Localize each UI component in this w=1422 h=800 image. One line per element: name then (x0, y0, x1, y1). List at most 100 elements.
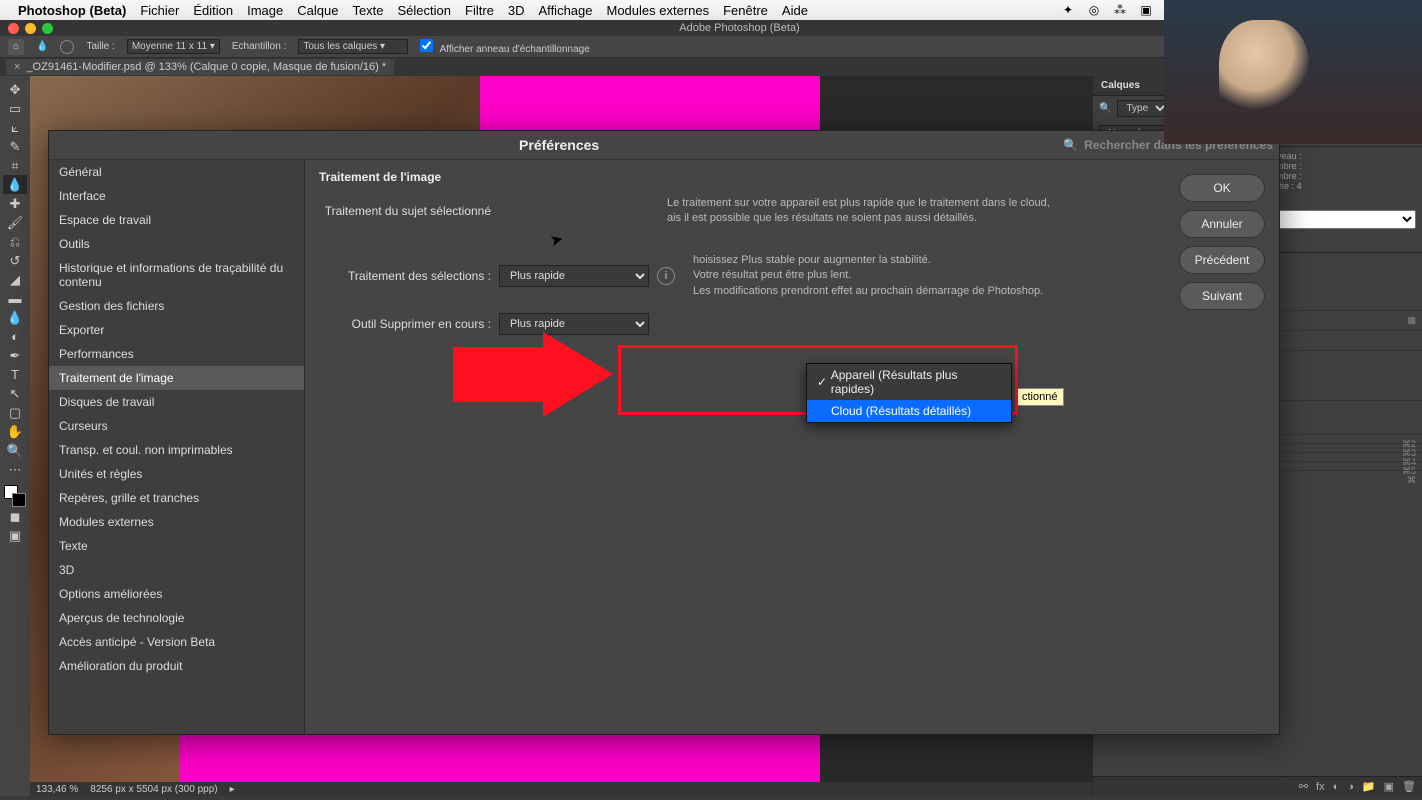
type-tool[interactable]: T (3, 365, 27, 384)
pref-cat-image-processing[interactable]: Traitement de l'image (49, 366, 304, 390)
status-bar: 133,46 % 8256 px x 5504 px (300 ppp) ▸ (30, 782, 1092, 796)
pref-cat-product[interactable]: Amélioration du produit (49, 654, 304, 678)
dropdown-option-cloud[interactable]: Cloud (Résultats détaillés) (807, 400, 1011, 422)
zoom-tool[interactable]: 🔍 (3, 441, 27, 460)
doc-info-readout[interactable]: 8256 px x 5504 px (300 ppp) (90, 784, 217, 795)
clone-tool[interactable]: ⎌ (3, 232, 27, 251)
pref-cat-interface[interactable]: Interface (49, 184, 304, 208)
cancel-button[interactable]: Annuler (1179, 210, 1265, 238)
previous-button[interactable]: Précédent (1179, 246, 1265, 274)
eyedropper-tool-icon[interactable]: 💧 (36, 41, 48, 52)
pref-cat-workspace[interactable]: Espace de travail (49, 208, 304, 232)
preferences-sidebar: Général Interface Espace de travail Outi… (49, 160, 305, 734)
menu-modules[interactable]: Modules externes (606, 3, 709, 18)
home-icon[interactable]: ⌂ (8, 39, 24, 55)
dodge-tool[interactable]: ◐ (3, 327, 27, 346)
edit-toolbar[interactable]: ⋯ (3, 460, 27, 479)
taille-select[interactable]: Moyenne 11 x 11 ▾ (127, 39, 220, 54)
app-name[interactable]: Photoshop (Beta) (18, 3, 126, 18)
doc-info-chevron[interactable]: ▸ (230, 784, 235, 795)
crop-tool[interactable]: ⌗ (3, 156, 27, 175)
echantillon-select[interactable]: Tous les calques ▾ (298, 39, 408, 54)
show-ring-checkbox[interactable]: Afficher anneau d'échantillonnage (420, 39, 589, 55)
pref-cat-tools[interactable]: Outils (49, 232, 304, 256)
pref-cat-export[interactable]: Exporter (49, 318, 304, 342)
remove-tool-select[interactable]: Plus rapide (499, 313, 649, 335)
status-icon[interactable]: ✦ (1060, 3, 1076, 17)
fx-icon[interactable]: fx (1316, 781, 1325, 793)
dropdown-option-device[interactable]: ✓Appareil (Résultats plus rapides) (807, 364, 1011, 400)
pref-cat-general[interactable]: Général (49, 160, 304, 184)
marquee-tool[interactable]: ▭ (3, 99, 27, 118)
next-button[interactable]: Suivant (1179, 282, 1265, 310)
zoom-readout[interactable]: 133,46 % (36, 784, 78, 795)
pref-cat-transparency[interactable]: Transp. et coul. non imprimables (49, 438, 304, 462)
document-tab[interactable]: ×_OZ91461-Modifier.psd @ 133% (Calque 0 … (6, 59, 394, 75)
selection-processing-select[interactable]: Plus rapide (499, 265, 649, 287)
status-icon[interactable]: ▣ (1138, 3, 1154, 17)
path-select-tool[interactable]: ↖ (3, 384, 27, 403)
echantillon-label: Echantillon : (232, 41, 286, 52)
healing-tool[interactable]: ✚ (3, 194, 27, 213)
status-icon[interactable]: ◎ (1086, 3, 1102, 17)
pen-tool[interactable]: ✒ (3, 346, 27, 365)
gradient-tool[interactable]: ▬ (3, 289, 27, 308)
pref-cat-techpreview[interactable]: Aperçus de technologie (49, 606, 304, 630)
adjustment-icon[interactable]: ◑ (1347, 781, 1354, 793)
selection-processing-row: Traitement des sélections : Plus rapide … (319, 253, 1165, 299)
minimize-button[interactable] (25, 23, 36, 34)
menu-aide[interactable]: Aide (782, 3, 808, 18)
pref-cat-performance[interactable]: Performances (49, 342, 304, 366)
mask-icon[interactable]: ◐ (1333, 781, 1340, 793)
pref-cat-history[interactable]: Historique et informations de traçabilit… (49, 256, 304, 294)
pref-cat-enhanced[interactable]: Options améliorées (49, 582, 304, 606)
search-icon: 🔍 (1063, 138, 1078, 152)
pref-cat-beta[interactable]: Accès anticipé - Version Beta (49, 630, 304, 654)
eraser-tool[interactable]: ◢ (3, 270, 27, 289)
menu-calque[interactable]: Calque (297, 3, 338, 18)
grid-icon[interactable]: ▦ (1407, 315, 1416, 326)
menu-fenetre[interactable]: Fenêtre (723, 3, 768, 18)
status-icon[interactable]: ⁂ (1112, 3, 1128, 17)
new-layer-icon[interactable]: ▣ (1384, 780, 1394, 793)
menu-filtre[interactable]: Filtre (465, 3, 494, 18)
trash-icon[interactable]: 🗑 (1402, 780, 1416, 793)
ok-button[interactable]: OK (1179, 174, 1265, 202)
pref-cat-units[interactable]: Unités et règles (49, 462, 304, 486)
close-button[interactable] (8, 23, 19, 34)
history-brush-tool[interactable]: ↺ (3, 251, 27, 270)
hand-tool[interactable]: ✋ (3, 422, 27, 441)
quick-select-tool[interactable]: ✎ (3, 137, 27, 156)
color-swatches[interactable] (4, 485, 26, 507)
move-tool[interactable]: ✥ (3, 80, 27, 99)
pref-cat-scratch[interactable]: Disques de travail (49, 390, 304, 414)
eyedropper-tool[interactable]: 💧 (3, 175, 27, 194)
quick-mask-tool[interactable]: ◼ (3, 507, 27, 526)
lasso-tool[interactable]: ⟀ (3, 118, 27, 137)
menu-image[interactable]: Image (247, 3, 283, 18)
blur-tool[interactable]: 💧 (3, 308, 27, 327)
pref-cat-type[interactable]: Texte (49, 534, 304, 558)
menu-edition[interactable]: Édition (193, 3, 233, 18)
menu-3d[interactable]: 3D (508, 3, 525, 18)
link-icon[interactable]: ⚯ (1299, 780, 1308, 793)
layer-filter-select[interactable]: Type (1117, 100, 1169, 117)
pref-cat-guides[interactable]: Repères, grille et tranches (49, 486, 304, 510)
tab-close-icon[interactable]: × (14, 61, 20, 73)
info-icon[interactable]: i (657, 267, 675, 285)
menu-affichage[interactable]: Affichage (539, 3, 593, 18)
menu-selection[interactable]: Sélection (398, 3, 451, 18)
menu-texte[interactable]: Texte (352, 3, 383, 18)
tooltip: ctionné (1015, 388, 1064, 406)
folder-icon[interactable]: 📁 (1362, 780, 1376, 793)
maximize-button[interactable] (42, 23, 53, 34)
pref-cat-plugins[interactable]: Modules externes (49, 510, 304, 534)
rectangle-tool[interactable]: ▢ (3, 403, 27, 422)
menu-fichier[interactable]: Fichier (140, 3, 179, 18)
pref-cat-filehandling[interactable]: Gestion des fichiers (49, 294, 304, 318)
pref-cat-cursors[interactable]: Curseurs (49, 414, 304, 438)
screen-mode-tool[interactable]: ▣ (3, 526, 27, 545)
search-icon[interactable]: 🔍 (1099, 103, 1111, 114)
brush-tool[interactable]: 🖌 (3, 213, 27, 232)
pref-cat-3d[interactable]: 3D (49, 558, 304, 582)
